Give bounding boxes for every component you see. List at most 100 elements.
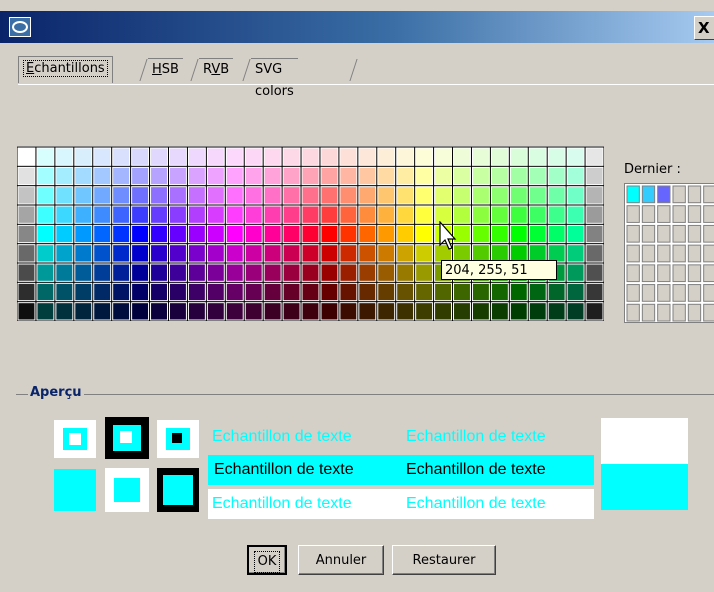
color-swatch[interactable]	[339, 302, 358, 321]
color-swatch[interactable]	[244, 244, 263, 263]
color-swatch[interactable]	[301, 282, 320, 302]
color-swatch[interactable]	[131, 205, 150, 224]
recent-color-swatch[interactable]	[687, 224, 702, 243]
color-swatch[interactable]	[225, 282, 244, 302]
color-swatch[interactable]	[377, 244, 396, 263]
color-swatch[interactable]	[434, 302, 453, 321]
color-swatch[interactable]	[150, 224, 168, 244]
color-swatch[interactable]	[434, 166, 453, 186]
color-swatch[interactable]	[168, 302, 187, 321]
color-swatch[interactable]	[112, 282, 131, 302]
recent-color-swatch[interactable]	[626, 244, 640, 263]
color-swatch[interactable]	[55, 263, 74, 282]
color-swatch[interactable]	[509, 186, 528, 205]
recent-color-swatch[interactable]	[703, 205, 714, 223]
color-swatch[interactable]	[528, 147, 547, 166]
color-swatch[interactable]	[358, 186, 377, 205]
color-swatch[interactable]	[358, 282, 377, 302]
color-swatch[interactable]	[528, 302, 547, 321]
color-swatch[interactable]	[301, 186, 320, 205]
color-swatch[interactable]	[509, 282, 528, 302]
color-swatch[interactable]	[509, 302, 528, 321]
color-swatch[interactable]	[206, 224, 225, 244]
color-swatch[interactable]	[509, 166, 528, 186]
color-swatch[interactable]	[585, 244, 604, 263]
color-swatch[interactable]	[55, 166, 74, 186]
color-swatch[interactable]	[168, 224, 187, 244]
color-swatch[interactable]	[187, 147, 206, 166]
color-swatch[interactable]	[471, 186, 490, 205]
color-swatch[interactable]	[415, 302, 434, 321]
color-swatch[interactable]	[112, 205, 131, 224]
color-swatch[interactable]	[168, 282, 187, 302]
recent-color-swatch[interactable]	[626, 303, 640, 322]
tab-hsb[interactable]: HSB	[148, 58, 183, 81]
color-swatch[interactable]	[74, 263, 93, 282]
color-swatch[interactable]	[36, 147, 55, 166]
color-swatch[interactable]	[168, 205, 187, 224]
color-swatch[interactable]	[206, 302, 225, 321]
recent-color-swatch[interactable]	[703, 244, 714, 263]
color-swatch[interactable]	[74, 186, 93, 205]
recent-color-swatch[interactable]	[626, 284, 640, 302]
recent-color-swatch[interactable]	[687, 244, 702, 263]
color-swatch[interactable]	[339, 205, 358, 224]
color-swatch[interactable]	[55, 186, 74, 205]
color-swatch[interactable]	[396, 244, 415, 263]
color-swatch[interactable]	[471, 166, 490, 186]
recent-color-swatch[interactable]	[687, 264, 702, 283]
color-swatch[interactable]	[585, 147, 604, 166]
recent-color-swatch[interactable]	[672, 224, 686, 243]
color-swatch[interactable]	[112, 263, 131, 282]
recent-color-swatch[interactable]	[626, 205, 640, 223]
color-swatch[interactable]	[547, 224, 566, 244]
color-swatch[interactable]	[244, 205, 263, 224]
color-swatch[interactable]	[206, 186, 225, 205]
color-swatch[interactable]	[74, 166, 93, 186]
color-swatch[interactable]	[453, 282, 471, 302]
color-swatch[interactable]	[415, 186, 434, 205]
color-swatch[interactable]	[358, 244, 377, 263]
color-swatch[interactable]	[490, 224, 509, 244]
color-swatch[interactable]	[339, 166, 358, 186]
color-swatch[interactable]	[263, 205, 282, 224]
ok-button[interactable]: OK	[247, 545, 287, 575]
color-swatch[interactable]	[320, 147, 339, 166]
swatch-grid[interactable]	[17, 146, 604, 321]
color-swatch[interactable]	[301, 302, 320, 321]
color-swatch[interactable]	[55, 302, 74, 321]
color-swatch[interactable]	[244, 263, 263, 282]
color-swatch[interactable]	[150, 166, 168, 186]
color-swatch[interactable]	[509, 147, 528, 166]
color-swatch[interactable]	[301, 205, 320, 224]
color-swatch[interactable]	[320, 186, 339, 205]
color-swatch[interactable]	[17, 166, 36, 186]
color-swatch[interactable]	[244, 302, 263, 321]
color-swatch[interactable]	[490, 166, 509, 186]
color-swatch[interactable]	[358, 263, 377, 282]
color-swatch[interactable]	[301, 244, 320, 263]
color-swatch[interactable]	[263, 186, 282, 205]
recent-color-swatch[interactable]	[626, 224, 640, 243]
color-swatch[interactable]	[547, 205, 566, 224]
color-swatch[interactable]	[244, 282, 263, 302]
recent-color-swatch[interactable]	[641, 284, 656, 302]
color-swatch[interactable]	[585, 166, 604, 186]
color-swatch[interactable]	[244, 147, 263, 166]
recent-color-swatch[interactable]	[672, 264, 686, 283]
color-swatch[interactable]	[244, 166, 263, 186]
color-swatch[interactable]	[547, 186, 566, 205]
color-swatch[interactable]	[301, 263, 320, 282]
color-swatch[interactable]	[74, 244, 93, 263]
color-swatch[interactable]	[339, 147, 358, 166]
color-swatch[interactable]	[320, 282, 339, 302]
color-swatch[interactable]	[301, 166, 320, 186]
color-swatch[interactable]	[434, 186, 453, 205]
color-swatch[interactable]	[206, 166, 225, 186]
color-swatch[interactable]	[36, 186, 55, 205]
color-swatch[interactable]	[187, 205, 206, 224]
color-swatch[interactable]	[320, 205, 339, 224]
color-swatch[interactable]	[585, 263, 604, 282]
color-swatch[interactable]	[74, 205, 93, 224]
color-swatch[interactable]	[547, 302, 566, 321]
